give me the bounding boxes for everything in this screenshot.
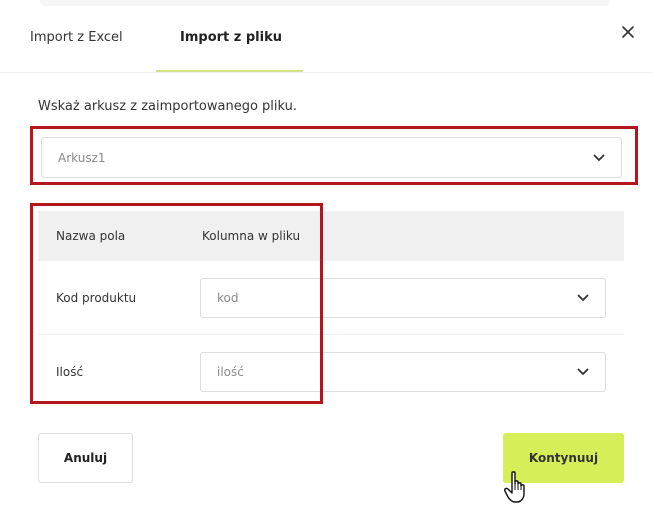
cancel-button[interactable]: Anuluj xyxy=(38,433,133,483)
highlight-box-sheet xyxy=(30,126,638,185)
highlight-box-table xyxy=(30,203,323,404)
instruction-text: Wskaż arkusz z zaimportowanego pliku. xyxy=(38,99,298,114)
chevron-down-icon xyxy=(577,294,589,301)
close-icon[interactable] xyxy=(618,22,638,42)
chevron-down-icon xyxy=(577,368,589,375)
tab-bar: Import z Excel Import z pliku xyxy=(0,0,653,73)
tab-import-file[interactable]: Import z pliku xyxy=(180,30,282,45)
tab-import-excel[interactable]: Import z Excel xyxy=(30,30,123,45)
active-tab-indicator xyxy=(156,70,303,72)
hand-cursor-icon xyxy=(504,471,525,503)
